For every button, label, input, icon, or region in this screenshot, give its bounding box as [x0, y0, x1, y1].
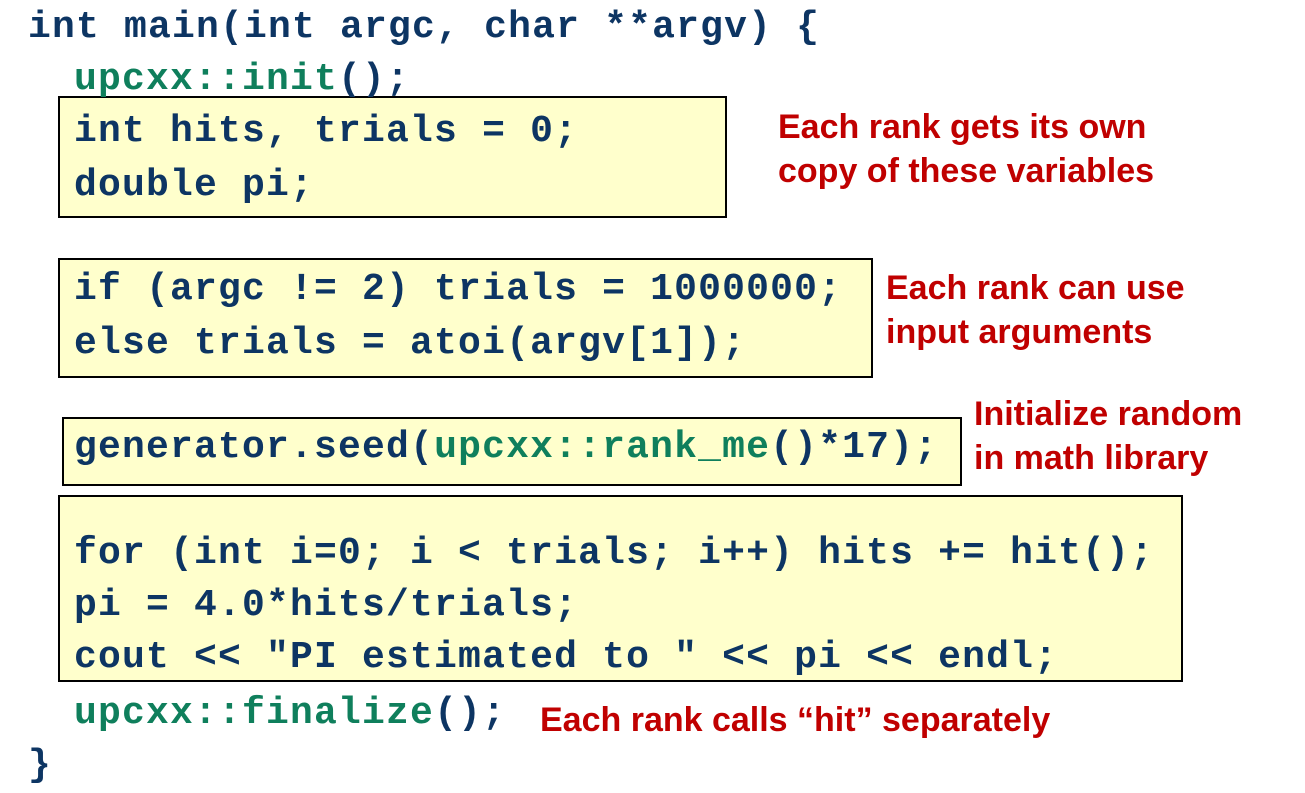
code-finalize: upcxx::finalize();: [74, 688, 506, 740]
code-closing-brace: }: [28, 744, 53, 787]
note-variables: Each rank gets its own copy of these vari…: [778, 105, 1154, 193]
note-line: Each rank can use: [886, 269, 1185, 307]
code-init-tail: ();: [338, 58, 411, 101]
upcxx-rank-me-call: upcxx::rank_me: [434, 426, 771, 469]
note-hit: Each rank calls “hit” separately: [540, 701, 1051, 739]
code-seed-head: generator.seed(: [74, 426, 435, 469]
note-line: input arguments: [886, 313, 1153, 351]
code-finalize-tail: ();: [434, 692, 507, 735]
note-arguments: Each rank can use input arguments: [886, 266, 1185, 354]
code-seed-tail: ()*17);: [770, 426, 939, 469]
note-line: in math library: [974, 439, 1209, 477]
code-seed: generator.seed(upcxx::rank_me()*17);: [74, 422, 938, 474]
note-line: Each rank gets its own: [778, 108, 1147, 146]
code-init: upcxx::init();: [74, 54, 410, 106]
code-for-loop: for (int i=0; i < trials; i++) hits += h…: [74, 532, 1155, 575]
code-declare-ints: int hits, trials = 0;: [74, 110, 579, 153]
code-cout: cout << "PI estimated to " << pi << endl…: [74, 636, 1059, 679]
code-if-argc: if (argc != 2) trials = 1000000;: [74, 268, 843, 311]
code-else-atoi: else trials = atoi(argv[1]);: [74, 322, 747, 365]
note-line: Initialize random: [974, 395, 1243, 433]
code-declare-pi: double pi;: [74, 164, 315, 207]
code-main-signature: int main(int argc, char **argv) {: [28, 6, 821, 49]
note-line: copy of these variables: [778, 152, 1155, 190]
note-random: Initialize random in math library: [974, 392, 1242, 480]
code-pi-calc: pi = 4.0*hits/trials;: [74, 584, 579, 627]
upcxx-finalize-call: upcxx::finalize: [74, 692, 435, 735]
upcxx-init-call: upcxx::init: [74, 58, 339, 101]
